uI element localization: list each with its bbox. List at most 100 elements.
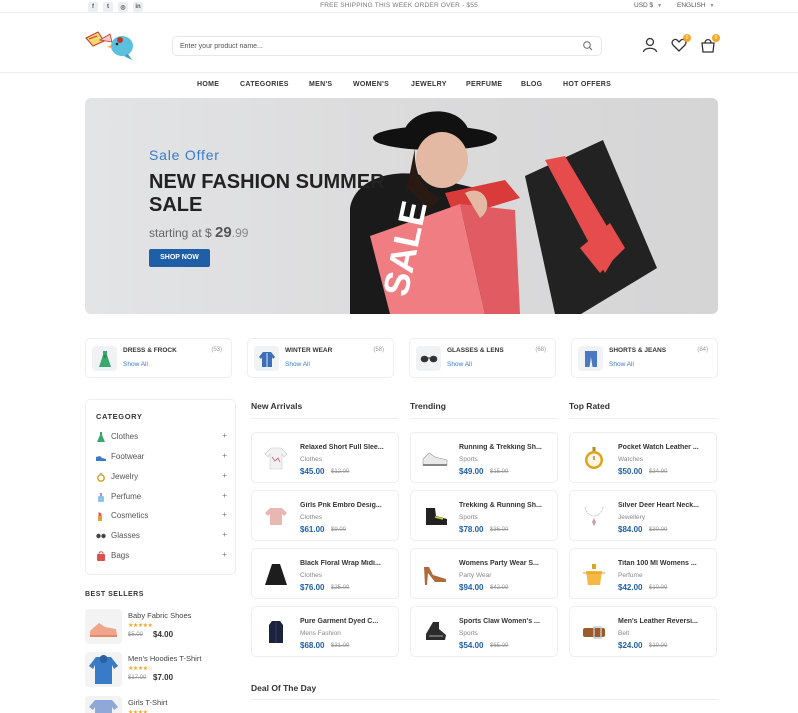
plus-icon[interactable]: + [222,451,227,460]
product-card[interactable]: Silver Deer Heart Neck... Jewellery $84.… [569,490,717,541]
sidebar-item-footwear[interactable]: Footwear + [96,451,227,463]
category-card[interactable]: WINTER WEAR (58) Show All [247,338,394,378]
plus-icon[interactable]: + [222,510,227,519]
sidebar-item-cosmetics[interactable]: Cosmetics + [96,510,227,522]
best-seller-item[interactable]: Baby Fabric Shoes ★★★★★ $5.00 $4.00 [85,609,240,645]
shop-now-button[interactable]: SHOP NOW [149,249,210,267]
user-icon[interactable] [642,37,658,53]
nav-blog[interactable]: BLOG [521,81,542,88]
product-category: Sports [459,514,478,521]
trending-title: Trending [410,401,446,411]
product-category: Mens Fashion [300,630,341,637]
sidebar-item-label: Clothes [111,432,139,441]
category-count: (53) [211,347,222,353]
nav-home[interactable]: HOME [197,81,219,88]
show-all-link[interactable]: Show All [447,361,472,368]
hero-subtitle: Sale Offer [149,147,220,163]
product-card[interactable]: Black Floral Wrap Midi... Clothes $76.00… [251,548,399,599]
product-card[interactable]: Womens Party Wear S... Party Wear $94.00… [410,548,558,599]
cart-count-badge: 0 [712,34,720,42]
hoodie-thumbnail [85,652,122,687]
product-old-price: $9.00 [331,527,347,533]
product-card[interactable]: Pocket Watch Leather ... Watches $50.00 … [569,432,717,483]
category-card[interactable]: DRESS & FROCK (53) Show All [85,338,232,378]
category-count: (68) [535,347,546,353]
nav-categories[interactable]: CATEGORIES [240,81,289,88]
nav-perfume[interactable]: PERFUME [466,81,502,88]
jacket-icon [259,615,293,649]
product-old-price: $34.00 [649,469,668,475]
product-price: $49.00 [459,467,484,476]
sidebar-item-perfume[interactable]: Perfume + [96,491,227,503]
search-icon[interactable] [582,40,594,52]
product-category: Clothes [300,572,323,579]
show-all-link[interactable]: Show All [123,361,148,368]
tshirt-thumbnail [85,696,122,713]
language-select[interactable]: ENGLISH ▼ [677,2,715,9]
nav-jewelry[interactable]: JEWELRY [411,81,447,88]
site-logo[interactable] [84,28,136,62]
product-old-price: $30.00 [649,527,668,533]
product-card[interactable]: Sports Claw Women's ... Sports $54.00 $6… [410,606,558,657]
product-card[interactable]: Running & Trekking Sh... Sports $49.00 $… [410,432,558,483]
price-prefix: starting at $ [149,226,212,240]
product-card[interactable]: Titan 100 Ml Womens ... Perfume $42.00 $… [569,548,717,599]
category-name: WINTER WEAR [285,347,333,354]
sidebar-item-jewelry[interactable]: Jewelry + [96,471,227,483]
necklace-icon [577,499,611,533]
product-name: Men's Leather Reversi... [618,618,698,625]
product-price: $54.00 [459,641,484,650]
product-name: Girls T-Shirt [128,698,168,707]
section-divider [410,418,558,419]
search-input[interactable] [173,37,563,55]
section-divider [251,418,399,419]
sidebar-item-bags[interactable]: Bags + [96,550,227,562]
rating-stars: ★★★★☆ [128,666,153,672]
chevron-down-icon: ▼ [657,3,663,9]
product-card[interactable]: Relaxed Short Full Slee... Clothes $45.0… [251,432,399,483]
product-price: $24.00 [618,641,643,650]
rating-stars: ★★★★ [128,710,148,713]
plus-icon[interactable]: + [222,471,227,480]
product-old-price: $12.00 [331,469,350,475]
old-price: $17.00 [128,675,147,681]
old-price: $5.00 [128,632,144,638]
lipstick-icon [98,512,102,521]
plus-icon[interactable]: + [222,491,227,500]
product-name: Black Floral Wrap Midi... [300,560,381,567]
product-category: Clothes [300,514,323,521]
category-sidebar: CATEGORY Clothes + Footwear + Jewelry + … [85,399,236,575]
product-name: Pure Garment Dyed C... [300,618,379,625]
show-all-link[interactable]: Show All [609,361,634,368]
product-name: Womens Party Wear S... [459,560,539,567]
category-card[interactable]: GLASSES & LENS (68) Show All [409,338,556,378]
sidebar-item-glasses[interactable]: Glasses + [96,530,227,542]
product-card[interactable]: Girls Pnk Embro Desig... Clothes $61.00 … [251,490,399,541]
nav-womens[interactable]: WOMEN'S [353,81,389,88]
product-old-price: $10.00 [649,585,668,591]
nav-hot-offers[interactable]: HOT OFFERS [563,81,611,88]
product-price: $61.00 [300,525,325,534]
product-category: Jewellery [618,514,646,521]
product-card[interactable]: Trekking & Running Sh... Sports $78.00 $… [410,490,558,541]
best-seller-item[interactable]: Men's Hoodies T-Shirt ★★★★☆ $17.00 $7.00 [85,652,240,688]
plus-icon[interactable]: + [222,431,227,440]
product-price: $42.00 [618,583,643,592]
sport-shoe-icon [418,615,452,649]
product-name: Sports Claw Women's ... [459,618,540,625]
product-card[interactable]: Pure Garment Dyed C... Mens Fashion $68.… [251,606,399,657]
category-card[interactable]: SHORTS & JEANS (84) Show All [571,338,718,378]
plus-icon[interactable]: + [222,530,227,539]
product-price: $94.00 [459,583,484,592]
product-price: $45.00 [300,467,325,476]
best-seller-item[interactable]: Girls T-Shirt ★★★★ [85,696,240,713]
price: $7.00 [153,673,174,682]
nav-mens[interactable]: MEN'S [309,81,332,88]
sidebar-item-clothes[interactable]: Clothes + [96,431,227,443]
plus-icon[interactable]: + [222,550,227,559]
shoe-icon [96,456,106,461]
currency-select[interactable]: USD $ ▼ [634,2,662,9]
product-card[interactable]: Men's Leather Reversi... Belt $24.00 $10… [569,606,717,657]
product-category: Watches [618,456,644,463]
show-all-link[interactable]: Show All [285,361,310,368]
